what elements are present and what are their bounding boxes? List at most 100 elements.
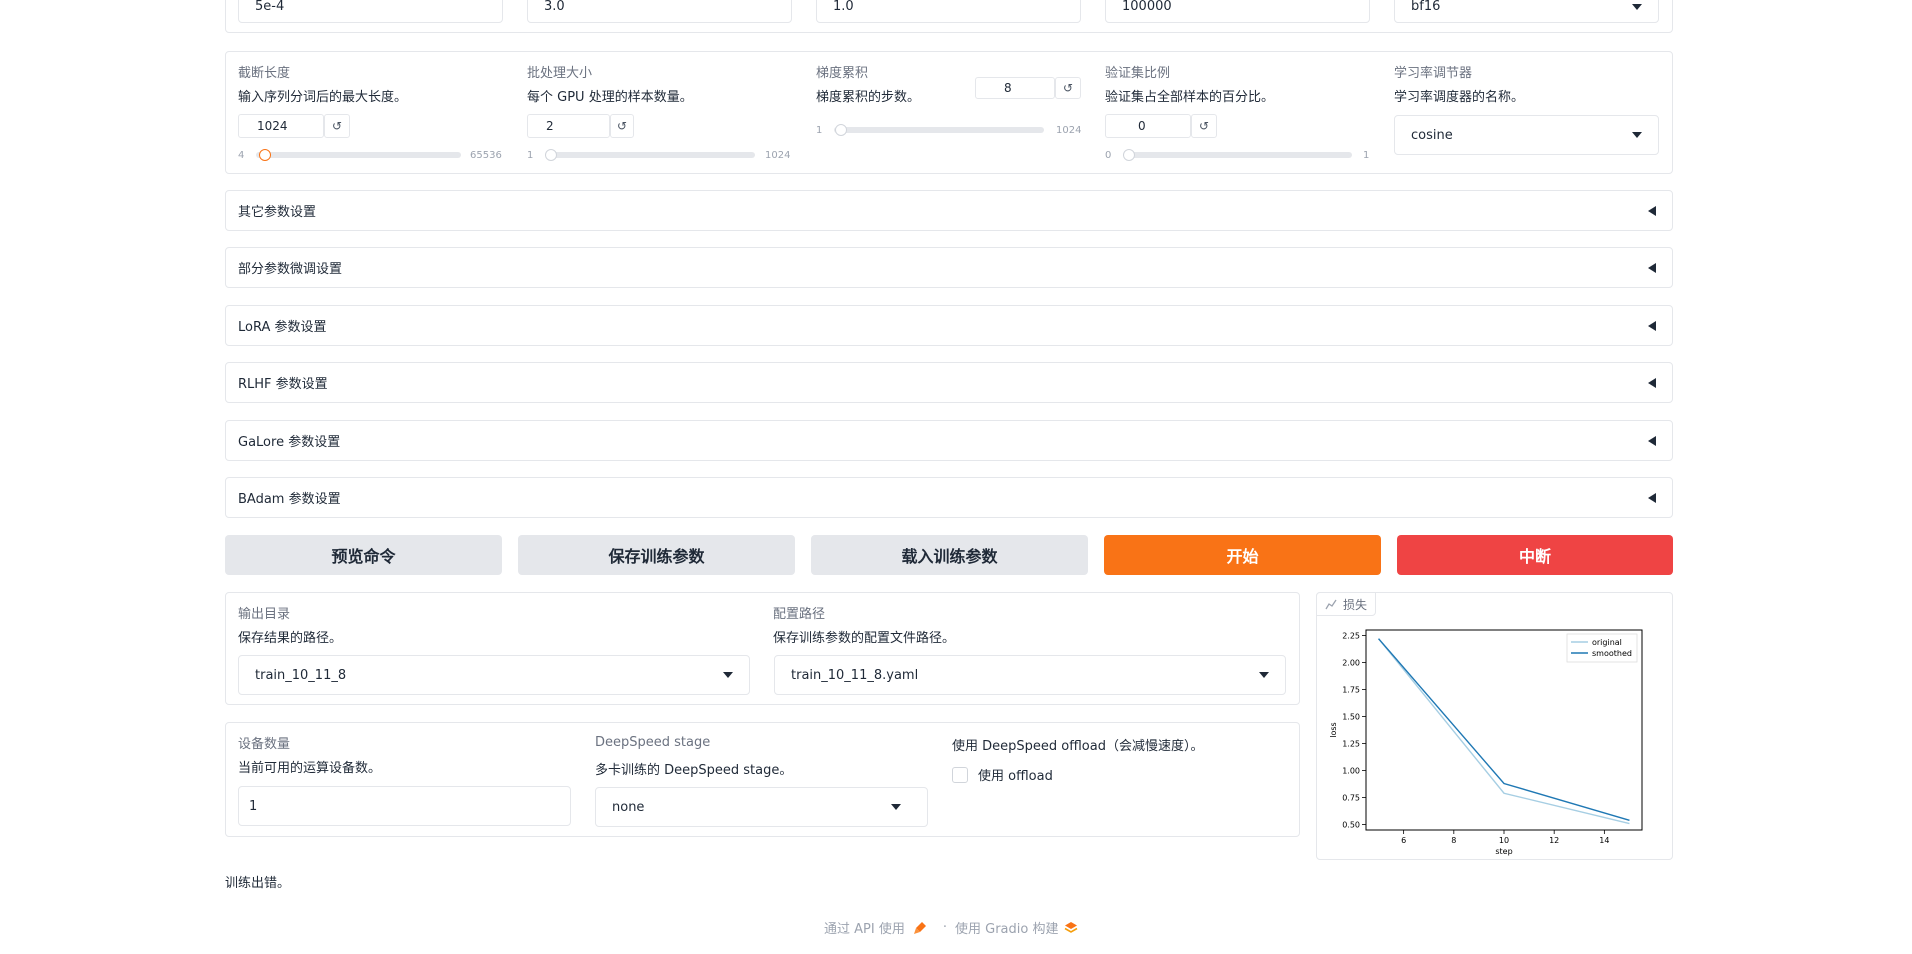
output-message: 训练出错。 [225,876,291,891]
x-tick-label: 6 [1401,836,1406,845]
y-tick-label: 1.00 [1342,767,1360,776]
footer-separator: · [942,920,947,935]
y-tick-label: 1.75 [1342,685,1360,694]
loss-plot-title: 损失 [1343,597,1368,612]
collapse-arrow-icon [1648,320,1656,331]
val-size-min: 0 [1105,150,1112,161]
grad-accum-max: 1024 [1056,125,1082,136]
batch-size-min: 1 [527,150,534,161]
max-grad-norm-input[interactable]: 1.0 [816,0,1081,23]
grad-accum-info: 梯度累积的步数。 [816,90,921,105]
accordion-label: LoRA 参数设置 [238,320,327,335]
use-via-api-link[interactable]: 通过 API 使用 [824,918,905,937]
ds-stage-value: none [612,799,645,815]
y-tick-label: 1.50 [1342,712,1360,721]
collapse-arrow-icon [1648,492,1656,503]
grad-accum-slider[interactable] [834,127,1044,133]
chevron-down-icon [1632,132,1642,138]
x-tick-label: 8 [1451,836,1456,845]
y-tick-label: 1.25 [1342,740,1360,749]
val-size-info: 验证集占全部样本的百分比。 [1105,90,1275,105]
config-path-dropdown[interactable]: train_10_11_8.yaml [774,655,1286,695]
legend-label-original: original [1592,638,1622,647]
device-count-label: 设备数量 [238,737,291,752]
compute-type-dropdown[interactable]: bf16 [1394,0,1659,23]
loss-chart: 6 8 10 12 14 0.50 0.75 1.00 1.25 1.50 1.75 2.00 2.25… [1329,629,1643,856]
cutoff-slider[interactable] [256,152,461,158]
scheduler-dropdown[interactable]: cosine [1394,115,1659,155]
x-tick-label: 10 [1499,836,1509,845]
cutoff-reset-button[interactable]: ↺ [324,114,350,138]
x-axis-label: step [1495,847,1512,856]
output-dir-value: train_10_11_8 [255,667,347,683]
grad-accum-number[interactable]: 8 [975,77,1055,99]
accordion-label: 其它参数设置 [238,205,317,220]
accordion-lora-settings[interactable]: LoRA 参数设置 [225,305,1673,346]
compute-type-value: bf16 [1411,0,1441,14]
collapse-arrow-icon [1648,435,1656,446]
cutoff-slider-thumb[interactable] [259,149,271,161]
cutoff-max: 65536 [470,150,502,161]
footer: 通过 API 使用 · 使用 Gradio 构建 [824,918,1078,937]
grad-accum-reset-button[interactable]: ↺ [1055,77,1081,99]
grad-accum-min: 1 [816,125,823,136]
val-size-label: 验证集比例 [1105,66,1171,81]
epochs-input[interactable]: 3.0 [527,0,792,23]
batch-size-slider[interactable] [545,152,755,158]
batch-size-info: 每个 GPU 处理的样本数量。 [527,90,693,105]
accordion-label: GaLore 参数设置 [238,435,341,450]
val-size-slider[interactable] [1123,152,1352,158]
learning-rate-input[interactable]: 5e-4 [238,0,503,23]
y-axis-label: loss [1329,722,1338,737]
x-tick-label: 12 [1549,836,1559,845]
grad-accum-label: 梯度累积 [816,66,869,81]
save-args-button[interactable]: 保存训练参数 [518,535,795,575]
load-args-button[interactable]: 载入训练参数 [811,535,1088,575]
scheduler-value: cosine [1411,127,1453,143]
chevron-down-icon [891,804,901,810]
stop-button[interactable]: 中断 [1397,535,1673,575]
batch-size-label: 批处理大小 [527,66,593,81]
ds-offload-checkbox-row[interactable]: 使用 offload [952,765,1053,784]
accordion-galore-settings[interactable]: GaLore 参数设置 [225,420,1673,461]
accordion-rlhf-settings[interactable]: RLHF 参数设置 [225,362,1673,403]
gradio-logo-icon [1065,921,1078,933]
device-count-info: 当前可用的运算设备数。 [238,761,382,776]
accordion-freeze-settings[interactable]: 部分参数微调设置 [225,247,1673,288]
accordion-badam-settings[interactable]: BAdam 参数设置 [225,477,1673,518]
y-tick-label: 0.75 [1342,794,1360,803]
val-size-reset-button[interactable]: ↺ [1191,114,1217,138]
batch-size-max: 1024 [765,150,791,161]
cutoff-label: 截断长度 [238,66,291,81]
batch-size-number[interactable]: 2 [527,114,610,138]
val-size-max: 1 [1363,150,1370,161]
accordion-label: 部分参数微调设置 [238,262,343,277]
y-tick-label: 2.25 [1342,631,1360,640]
output-dir-info: 保存结果的路径。 [238,631,343,646]
accordion-label: BAdam 参数设置 [238,492,341,507]
ds-stage-dropdown[interactable]: none [595,787,928,827]
ds-stage-info: 多卡训练的 DeepSpeed stage。 [595,763,793,778]
accordion-label: RLHF 参数设置 [238,377,328,392]
chevron-down-icon [1259,672,1269,678]
chevron-down-icon [1632,3,1642,10]
y-tick-label: 0.50 [1342,821,1360,830]
cutoff-number[interactable]: 1024 [238,114,324,138]
built-with-gradio-link[interactable]: 使用 Gradio 构建 [955,918,1058,937]
device-count-input[interactable]: 1 [238,786,571,826]
preview-command-button[interactable]: 预览命令 [225,535,502,575]
y-tick-label: 2.00 [1342,658,1360,667]
max-samples-input[interactable]: 100000 [1105,0,1370,23]
batch-size-reset-button[interactable]: ↺ [610,114,634,138]
cutoff-min: 4 [238,150,245,161]
start-button[interactable]: 开始 [1104,535,1381,575]
ds-offload-checkbox[interactable] [952,766,968,783]
output-dir-dropdown[interactable]: train_10_11_8 [238,655,750,695]
ds-offload-label: 使用 DeepSpeed offload（会减慢速度）。 [952,739,1204,754]
val-size-slider-thumb[interactable] [1123,149,1135,161]
loss-plot-tab: 损失 [1316,592,1377,616]
config-path-label: 配置路径 [773,607,826,622]
accordion-other-settings[interactable]: 其它参数设置 [225,190,1673,231]
collapse-arrow-icon [1648,377,1656,388]
val-size-number[interactable]: 0 [1105,114,1191,138]
